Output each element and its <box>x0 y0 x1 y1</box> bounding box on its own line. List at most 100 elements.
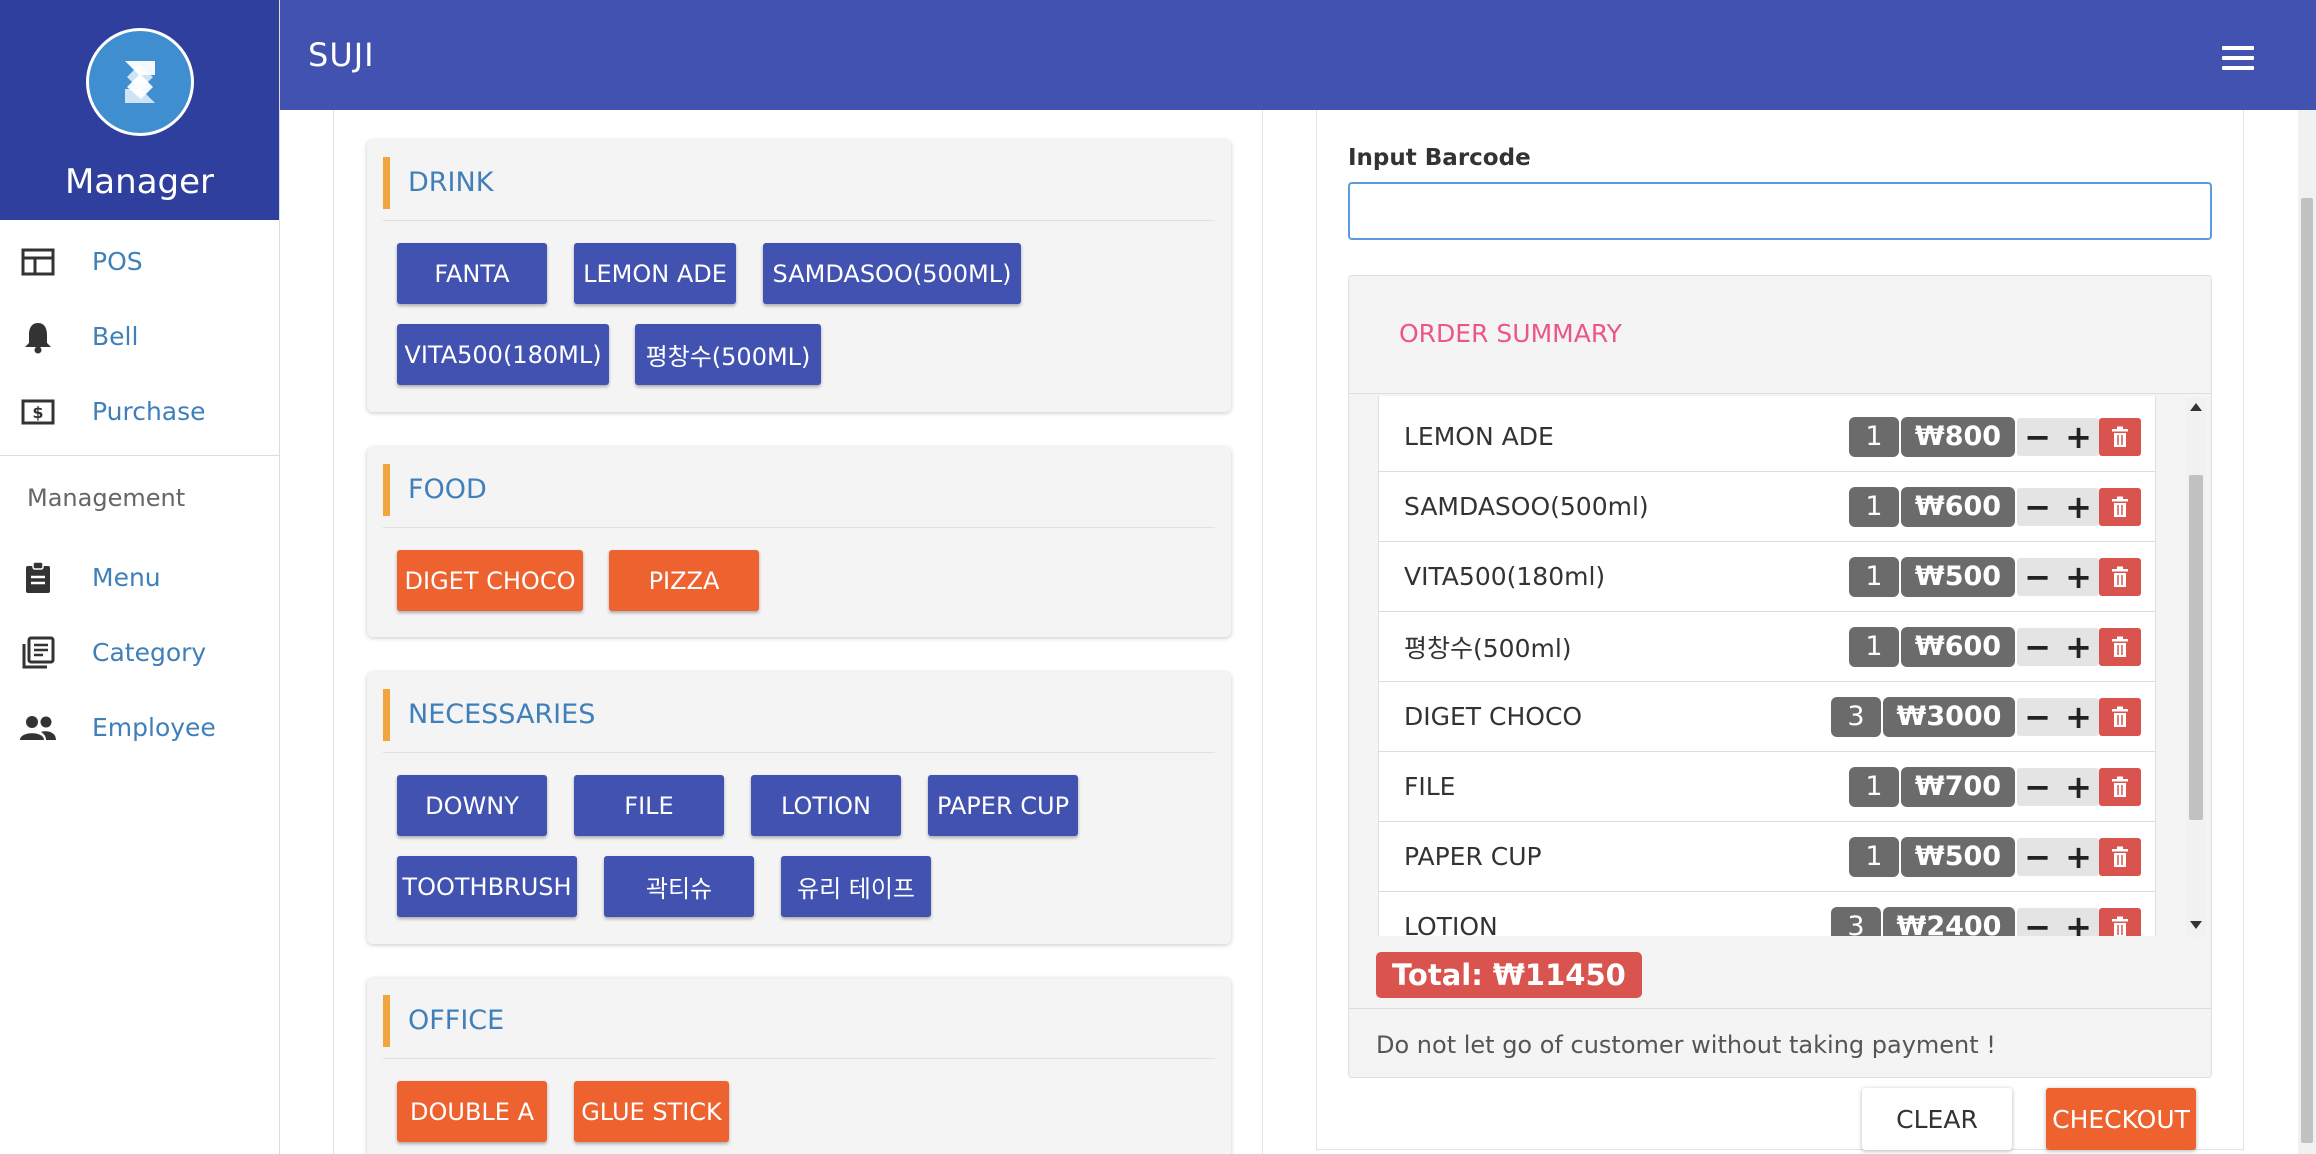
increase-qty-button[interactable]: + <box>2058 698 2099 736</box>
order-item-price: ₩500 <box>1901 556 2015 597</box>
decrease-qty-button[interactable]: − <box>2017 628 2058 666</box>
delete-item-button[interactable] <box>2099 767 2141 806</box>
clear-button[interactable]: CLEAR <box>1862 1088 2012 1150</box>
product-button-vita500[interactable]: VITA500(180ML) <box>397 324 609 385</box>
product-button-double-a[interactable]: DOUBLE A <box>397 1081 547 1142</box>
delete-item-button[interactable] <box>2099 487 2141 526</box>
svg-text:$: $ <box>32 403 43 422</box>
increase-qty-button[interactable]: + <box>2058 488 2099 526</box>
product-button-lemon-ade[interactable]: LEMON ADE <box>574 243 736 304</box>
order-row: FILE 1 ₩700 − + <box>1379 752 2155 822</box>
trash-icon <box>2112 566 2128 587</box>
decrease-qty-button[interactable]: − <box>2017 418 2058 456</box>
product-button-glue-stick[interactable]: GLUE STICK <box>574 1081 729 1142</box>
decrease-qty-button[interactable]: − <box>2017 558 2058 596</box>
category-title-office: OFFICE <box>383 995 1203 1047</box>
product-button-pyeongchangsu[interactable]: 평창수(500ML) <box>635 324 821 385</box>
trash-icon <box>2112 776 2128 797</box>
trash-icon <box>2112 916 2128 936</box>
order-item-qty: 3 <box>1831 906 1881 936</box>
order-list[interactable]: LEMON ADE 1 ₩800 − + SAMDASOO(500ml) 1 ₩6… <box>1378 396 2156 936</box>
product-button-downy[interactable]: DOWNY <box>397 775 547 836</box>
decrease-qty-button[interactable]: − <box>2017 768 2058 806</box>
hamburger-menu-icon[interactable] <box>2222 46 2254 76</box>
product-button-lotion[interactable]: LOTION <box>751 775 901 836</box>
people-icon <box>18 708 58 748</box>
product-button-toothbrush[interactable]: TOOTHBRUSH <box>397 856 577 917</box>
increase-qty-button[interactable]: + <box>2058 558 2099 596</box>
trash-icon <box>2112 426 2128 447</box>
increase-qty-button[interactable]: + <box>2058 418 2099 456</box>
nav-label-bell: Bell <box>92 322 139 351</box>
nav-item-category[interactable]: Category <box>0 615 279 690</box>
order-item-qty: 3 <box>1831 696 1881 737</box>
increase-qty-button[interactable]: + <box>2058 768 2099 806</box>
delete-item-button[interactable] <box>2099 907 2141 936</box>
delete-item-button[interactable] <box>2099 627 2141 666</box>
bell-icon <box>18 317 58 357</box>
quantity-stepper: − + <box>2017 487 2099 526</box>
nav-item-pos[interactable]: POS <box>0 224 279 299</box>
order-row: 평창수(500ml) 1 ₩600 − + <box>1379 612 2155 682</box>
nav-item-menu[interactable]: Menu <box>0 540 279 615</box>
decrease-qty-button[interactable]: − <box>2017 488 2058 526</box>
nav-label-employee: Employee <box>92 713 216 742</box>
top-app-bar: SUJI <box>280 0 2316 110</box>
category-icon <box>18 633 58 673</box>
delete-item-button[interactable] <box>2099 557 2141 596</box>
order-item-qty: 1 <box>1849 766 1899 807</box>
quantity-stepper: − + <box>2017 417 2099 456</box>
decrease-qty-button[interactable]: − <box>2017 838 2058 876</box>
nav-label-menu: Menu <box>92 563 161 592</box>
scroll-down-arrow-icon[interactable] <box>2190 921 2202 929</box>
category-divider <box>383 527 1215 528</box>
quantity-stepper: − + <box>2017 627 2099 666</box>
order-list-scrollbar[interactable] <box>2186 397 2206 937</box>
order-item-qty: 1 <box>1849 416 1899 457</box>
category-divider <box>383 1058 1215 1059</box>
category-card-food: FOOD DIGET CHOCO PIZZA <box>367 447 1231 637</box>
order-row: PAPER CUP 1 ₩500 − + <box>1379 822 2155 892</box>
quantity-stepper: − + <box>2017 767 2099 806</box>
order-item-price: ₩500 <box>1901 836 2015 877</box>
checkout-button[interactable]: CHECKOUT <box>2046 1088 2196 1150</box>
product-button-samdasoo[interactable]: SAMDASOO(500ML) <box>763 243 1021 304</box>
purchase-icon: $ <box>18 392 58 432</box>
category-title-drink: DRINK <box>383 157 1203 209</box>
nav-label-category: Category <box>92 638 207 667</box>
nav-label-pos: POS <box>92 247 143 276</box>
product-button-fanta[interactable]: FANTA <box>397 243 547 304</box>
order-item-qty: 1 <box>1849 836 1899 877</box>
delete-item-button[interactable] <box>2099 697 2141 736</box>
delete-item-button[interactable] <box>2099 837 2141 876</box>
nav-item-purchase[interactable]: $ Purchase <box>0 374 279 449</box>
quantity-stepper: − + <box>2017 557 2099 596</box>
nav-item-employee[interactable]: Employee <box>0 690 279 765</box>
delete-item-button[interactable] <box>2099 417 2141 456</box>
product-button-diget-choco[interactable]: DIGET CHOCO <box>397 550 583 611</box>
decrease-qty-button[interactable]: − <box>2017 908 2058 937</box>
category-card-necessaries: NECESSARIES DOWNY FILE LOTION PAPER CUP … <box>367 672 1231 944</box>
order-item-name: VITA500(180ml) <box>1404 562 1606 591</box>
order-list-scroll-thumb[interactable] <box>2189 475 2203 820</box>
order-item-name: SAMDASOO(500ml) <box>1404 492 1649 521</box>
order-row: SAMDASOO(500ml) 1 ₩600 − + <box>1379 472 2155 542</box>
order-item-qty: 1 <box>1849 486 1899 527</box>
page-scrollbar[interactable] <box>2298 110 2316 1154</box>
scroll-up-arrow-icon[interactable] <box>2190 403 2202 411</box>
increase-qty-button[interactable]: + <box>2058 838 2099 876</box>
product-button-paper-cup[interactable]: PAPER CUP <box>928 775 1078 836</box>
increase-qty-button[interactable]: + <box>2058 908 2099 937</box>
product-button-file[interactable]: FILE <box>574 775 724 836</box>
nav-label-purchase: Purchase <box>92 397 206 426</box>
product-button-tissue[interactable]: 곽티슈 <box>604 856 754 917</box>
increase-qty-button[interactable]: + <box>2058 628 2099 666</box>
nav-item-bell[interactable]: Bell <box>0 299 279 374</box>
product-button-pizza[interactable]: PIZZA <box>609 550 759 611</box>
decrease-qty-button[interactable]: − <box>2017 698 2058 736</box>
barcode-input[interactable] <box>1348 182 2212 240</box>
product-button-glass-tape[interactable]: 유리 테이프 <box>781 856 931 917</box>
page-scroll-thumb[interactable] <box>2301 198 2313 1143</box>
order-row: LEMON ADE 1 ₩800 − + <box>1379 402 2155 472</box>
order-item-price: ₩600 <box>1901 626 2015 667</box>
